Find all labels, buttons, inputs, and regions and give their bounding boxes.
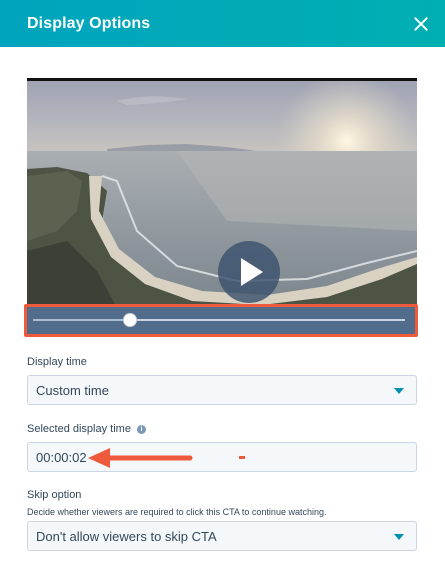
display-time-select[interactable]: Custom time: [27, 375, 417, 405]
arrow-left-icon: [88, 448, 193, 468]
selected-display-time-value: 00:00:02: [36, 449, 87, 465]
selected-display-time-label: Selected display time: [27, 423, 131, 435]
video-preview[interactable]: [27, 78, 417, 305]
close-icon[interactable]: [411, 14, 431, 34]
modal-title: Display Options: [27, 14, 151, 32]
scrubber-track[interactable]: [33, 313, 405, 327]
text-cursor-marker: [239, 456, 245, 459]
modal-header: Display Options: [0, 0, 445, 47]
skip-option-select[interactable]: Don't allow viewers to skip CTA: [27, 521, 417, 551]
chevron-down-icon: [394, 534, 404, 540]
scrubber-handle[interactable]: [122, 313, 137, 327]
skip-option-help: Decide whether viewers are required to c…: [27, 507, 327, 517]
chevron-down-icon: [394, 388, 404, 394]
selected-display-time-label-row: Selected display time i: [27, 423, 146, 435]
display-time-label: Display time: [27, 356, 87, 368]
info-icon[interactable]: i: [136, 425, 146, 434]
video-scrubber-highlight: [24, 304, 418, 337]
play-icon[interactable]: [218, 241, 280, 303]
skip-option-value: Don't allow viewers to skip CTA: [36, 528, 217, 544]
video-scrubber: [27, 307, 415, 334]
display-time-value: Custom time: [36, 382, 109, 398]
skip-option-label: Skip option: [27, 489, 82, 501]
scrubber-progress: [33, 319, 130, 321]
